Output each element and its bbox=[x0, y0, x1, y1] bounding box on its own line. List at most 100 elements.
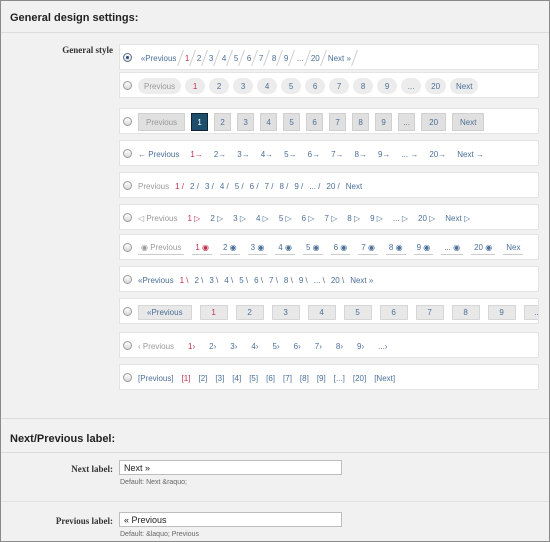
next-page-link: Next » bbox=[350, 276, 373, 285]
pagination-item-label: [5] bbox=[249, 373, 259, 383]
page-number-link: 3 bbox=[233, 78, 254, 94]
pagination-style-row[interactable]: [Previous] [1] [2] [3] [4] [5] [6] [7] [8] [9] [..… bbox=[119, 364, 539, 390]
pagination-item-label: 4 bbox=[266, 117, 271, 127]
pagination-preview: Previous 1 2 3 4 5 6 7 8 9... 20 Next bbox=[138, 109, 490, 133]
pagination-item-label: 1 bbox=[211, 307, 216, 317]
pagination-item-label: 1 \ bbox=[179, 275, 189, 285]
pagination-item-label: [6] bbox=[266, 373, 276, 383]
page-number-link: 8 bbox=[451, 304, 480, 320]
pagination-item-label: 9→ bbox=[377, 149, 391, 159]
page-number-link: 4→ bbox=[261, 150, 273, 159]
style-radio-button[interactable] bbox=[123, 149, 132, 158]
pagination-style-row[interactable]: Previous 1 / 2 / 3 / 4 / 5 / 6 / 7 / 8 / 9 / ... /… bbox=[119, 172, 539, 198]
pagination-item-label: 7 bbox=[259, 53, 264, 63]
page-number-link: 8 bbox=[352, 113, 370, 131]
page-number-link: 4 / bbox=[220, 182, 229, 191]
pagination-item-label: 4 bbox=[264, 81, 270, 91]
pagination-item-label: 5 ▷ bbox=[278, 213, 292, 223]
pagination-item-label: 8 bbox=[358, 117, 363, 127]
pagination-item-label: [2] bbox=[198, 373, 208, 383]
pagination-item-label: 5 ◉ bbox=[305, 243, 320, 252]
pagination-style-row[interactable]: ◉ Previous 1 ◉ 2 ◉ 3 ◉ 4 ◉ 5 ◉ 6 ◉ 7 ◉ 8 ◉ 9 ◉...… bbox=[119, 234, 539, 260]
pagination-item-label: 3 / bbox=[204, 181, 214, 191]
previous-page-link: «Previous bbox=[135, 50, 184, 66]
previous-label-input[interactable] bbox=[119, 512, 342, 527]
page-number-link: ...› bbox=[378, 342, 387, 351]
pagination-item-label: 1 bbox=[197, 117, 202, 127]
pagination-style-row[interactable]: «Previous 1 2 3 4 5 6 7 8 9... 20 Next » bbox=[119, 44, 539, 70]
pagination-item-label: 8 ◉ bbox=[388, 243, 403, 252]
pagination-item-label: 2 bbox=[216, 81, 222, 91]
page-number-link: 9 bbox=[487, 304, 516, 320]
page-number-link: 7 bbox=[415, 304, 444, 320]
pagination-style-row[interactable]: ◁ Previous 1 ▷ 2 ▷ 3 ▷ 4 ▷ 5 ▷ 6 ▷ 7 ▷ 8 ▷ 9 ▷...… bbox=[119, 204, 539, 230]
pagination-item-label: 20 ◉ bbox=[474, 243, 493, 252]
previous-page-link: Previous bbox=[138, 78, 182, 94]
style-radio-button[interactable] bbox=[123, 117, 132, 126]
pagination-item-label: 8 \ bbox=[283, 275, 293, 285]
style-radio-button[interactable] bbox=[123, 341, 132, 350]
pagination-item-label: [20] bbox=[352, 373, 367, 383]
pagination-style-row[interactable]: ‹ Previous 1› 2› 3› 4› 5› 6› 7› 8› 9› ...› bbox=[119, 332, 539, 358]
page-number-link: 9 ▷ bbox=[370, 214, 383, 223]
page-number-link: [...] bbox=[334, 374, 345, 383]
style-radio-button[interactable] bbox=[123, 181, 132, 190]
next-page-link: Nex bbox=[503, 241, 524, 255]
pagination-item-label: 6 bbox=[312, 81, 318, 91]
pagination-item-label: [9] bbox=[316, 373, 326, 383]
pagination-item-label: 7→ bbox=[331, 149, 344, 159]
style-radio-button[interactable] bbox=[123, 53, 132, 62]
pagination-item-label: 3 bbox=[283, 307, 288, 317]
pagination-item-label: 9 bbox=[284, 53, 289, 63]
pagination-item-label: 20 / bbox=[326, 181, 340, 191]
pagination-style-row[interactable]: «Previous 1 \ 2 \ 3 \ 4 \ 5 \ 6 \ 7 \ 8 \ 9 \ ... … bbox=[119, 266, 539, 292]
pagination-item-label: ... → bbox=[401, 149, 419, 159]
next-label-input[interactable] bbox=[119, 460, 342, 475]
pagination-item-label: ... bbox=[407, 81, 415, 91]
page-number-link: ... ▷ bbox=[393, 214, 408, 223]
page-number-link: 9 ◉ bbox=[413, 241, 434, 255]
pagination-item-label: 9› bbox=[357, 341, 365, 351]
next-page-link: Next → bbox=[457, 150, 484, 159]
pagination-item-label: [1] bbox=[181, 373, 191, 383]
next-label-default-hint: Default: Next &raquo; bbox=[120, 479, 187, 486]
pagination-item-label: [3] bbox=[215, 373, 225, 383]
page-number-link: 2 bbox=[214, 113, 232, 131]
style-radio-button[interactable] bbox=[123, 307, 132, 316]
pagination-preview: ‹ Previous 1› 2› 3› 4› 5› 6› 7› 8› 9› ...› bbox=[138, 333, 401, 357]
page-number-link: 8 / bbox=[279, 182, 288, 191]
style-radio-button[interactable] bbox=[123, 373, 132, 382]
page-number-link: 9› bbox=[357, 342, 364, 351]
page-number-link: 3› bbox=[230, 342, 237, 351]
pagination-item-label: 6 / bbox=[249, 181, 259, 191]
pagination-style-row[interactable]: Previous 1 2 3 4 5 6 7 8 9... 20 Next bbox=[119, 108, 539, 134]
pagination-style-row[interactable]: ← Previous 1→ 2→ 3→ 4→ 5→ 6→ 7→ 8→ 9→ ... → 20→ Next… bbox=[119, 140, 539, 166]
pagination-item-label: Next bbox=[460, 117, 477, 127]
pagination-item-label: Previous bbox=[144, 81, 176, 91]
style-radio-button[interactable] bbox=[123, 243, 132, 252]
pagination-style-row[interactable]: Previous 1 2 3 4 5 6 7 8 9... 20 Next bbox=[119, 72, 539, 98]
nav-label-title: Next/Previous label: bbox=[10, 433, 116, 445]
pagination-item-label: 8→ bbox=[354, 149, 367, 159]
pagination-item-label: 1› bbox=[188, 341, 196, 351]
pagination-preview: [Previous] [1] [2] [3] [4] [5] [6] [7] [8] [9] [..… bbox=[138, 365, 403, 389]
next-page-link: Next bbox=[450, 78, 479, 94]
pagination-item-label: Next » bbox=[350, 275, 374, 285]
page-number-link: 5→ bbox=[284, 150, 296, 159]
page-number-link: 5 ◉ bbox=[302, 241, 323, 255]
previous-label-default-hint: Default: &laquo; Previous bbox=[120, 531, 199, 538]
pagination-style-row[interactable]: «Previous 1 2 3 4 5 6 7 8 9... bbox=[119, 298, 539, 324]
style-radio-button[interactable] bbox=[123, 213, 132, 222]
page-number-link: ... \ bbox=[314, 276, 325, 285]
pagination-item-label: Next ▷ bbox=[445, 213, 471, 223]
page-number-link: 6 ▷ bbox=[302, 214, 315, 223]
next-page-link: Next ▷ bbox=[445, 214, 470, 223]
page-number-link: [5] bbox=[249, 374, 258, 383]
page-number-link: ... / bbox=[309, 182, 320, 191]
pagination-item-label: 6→ bbox=[307, 149, 321, 159]
style-radio-button[interactable] bbox=[123, 275, 132, 284]
pagination-item-label: 5 bbox=[355, 307, 360, 317]
page-number-link: 4 bbox=[257, 78, 278, 94]
page-number-link: 1 / bbox=[175, 182, 184, 191]
style-radio-button[interactable] bbox=[123, 81, 132, 90]
